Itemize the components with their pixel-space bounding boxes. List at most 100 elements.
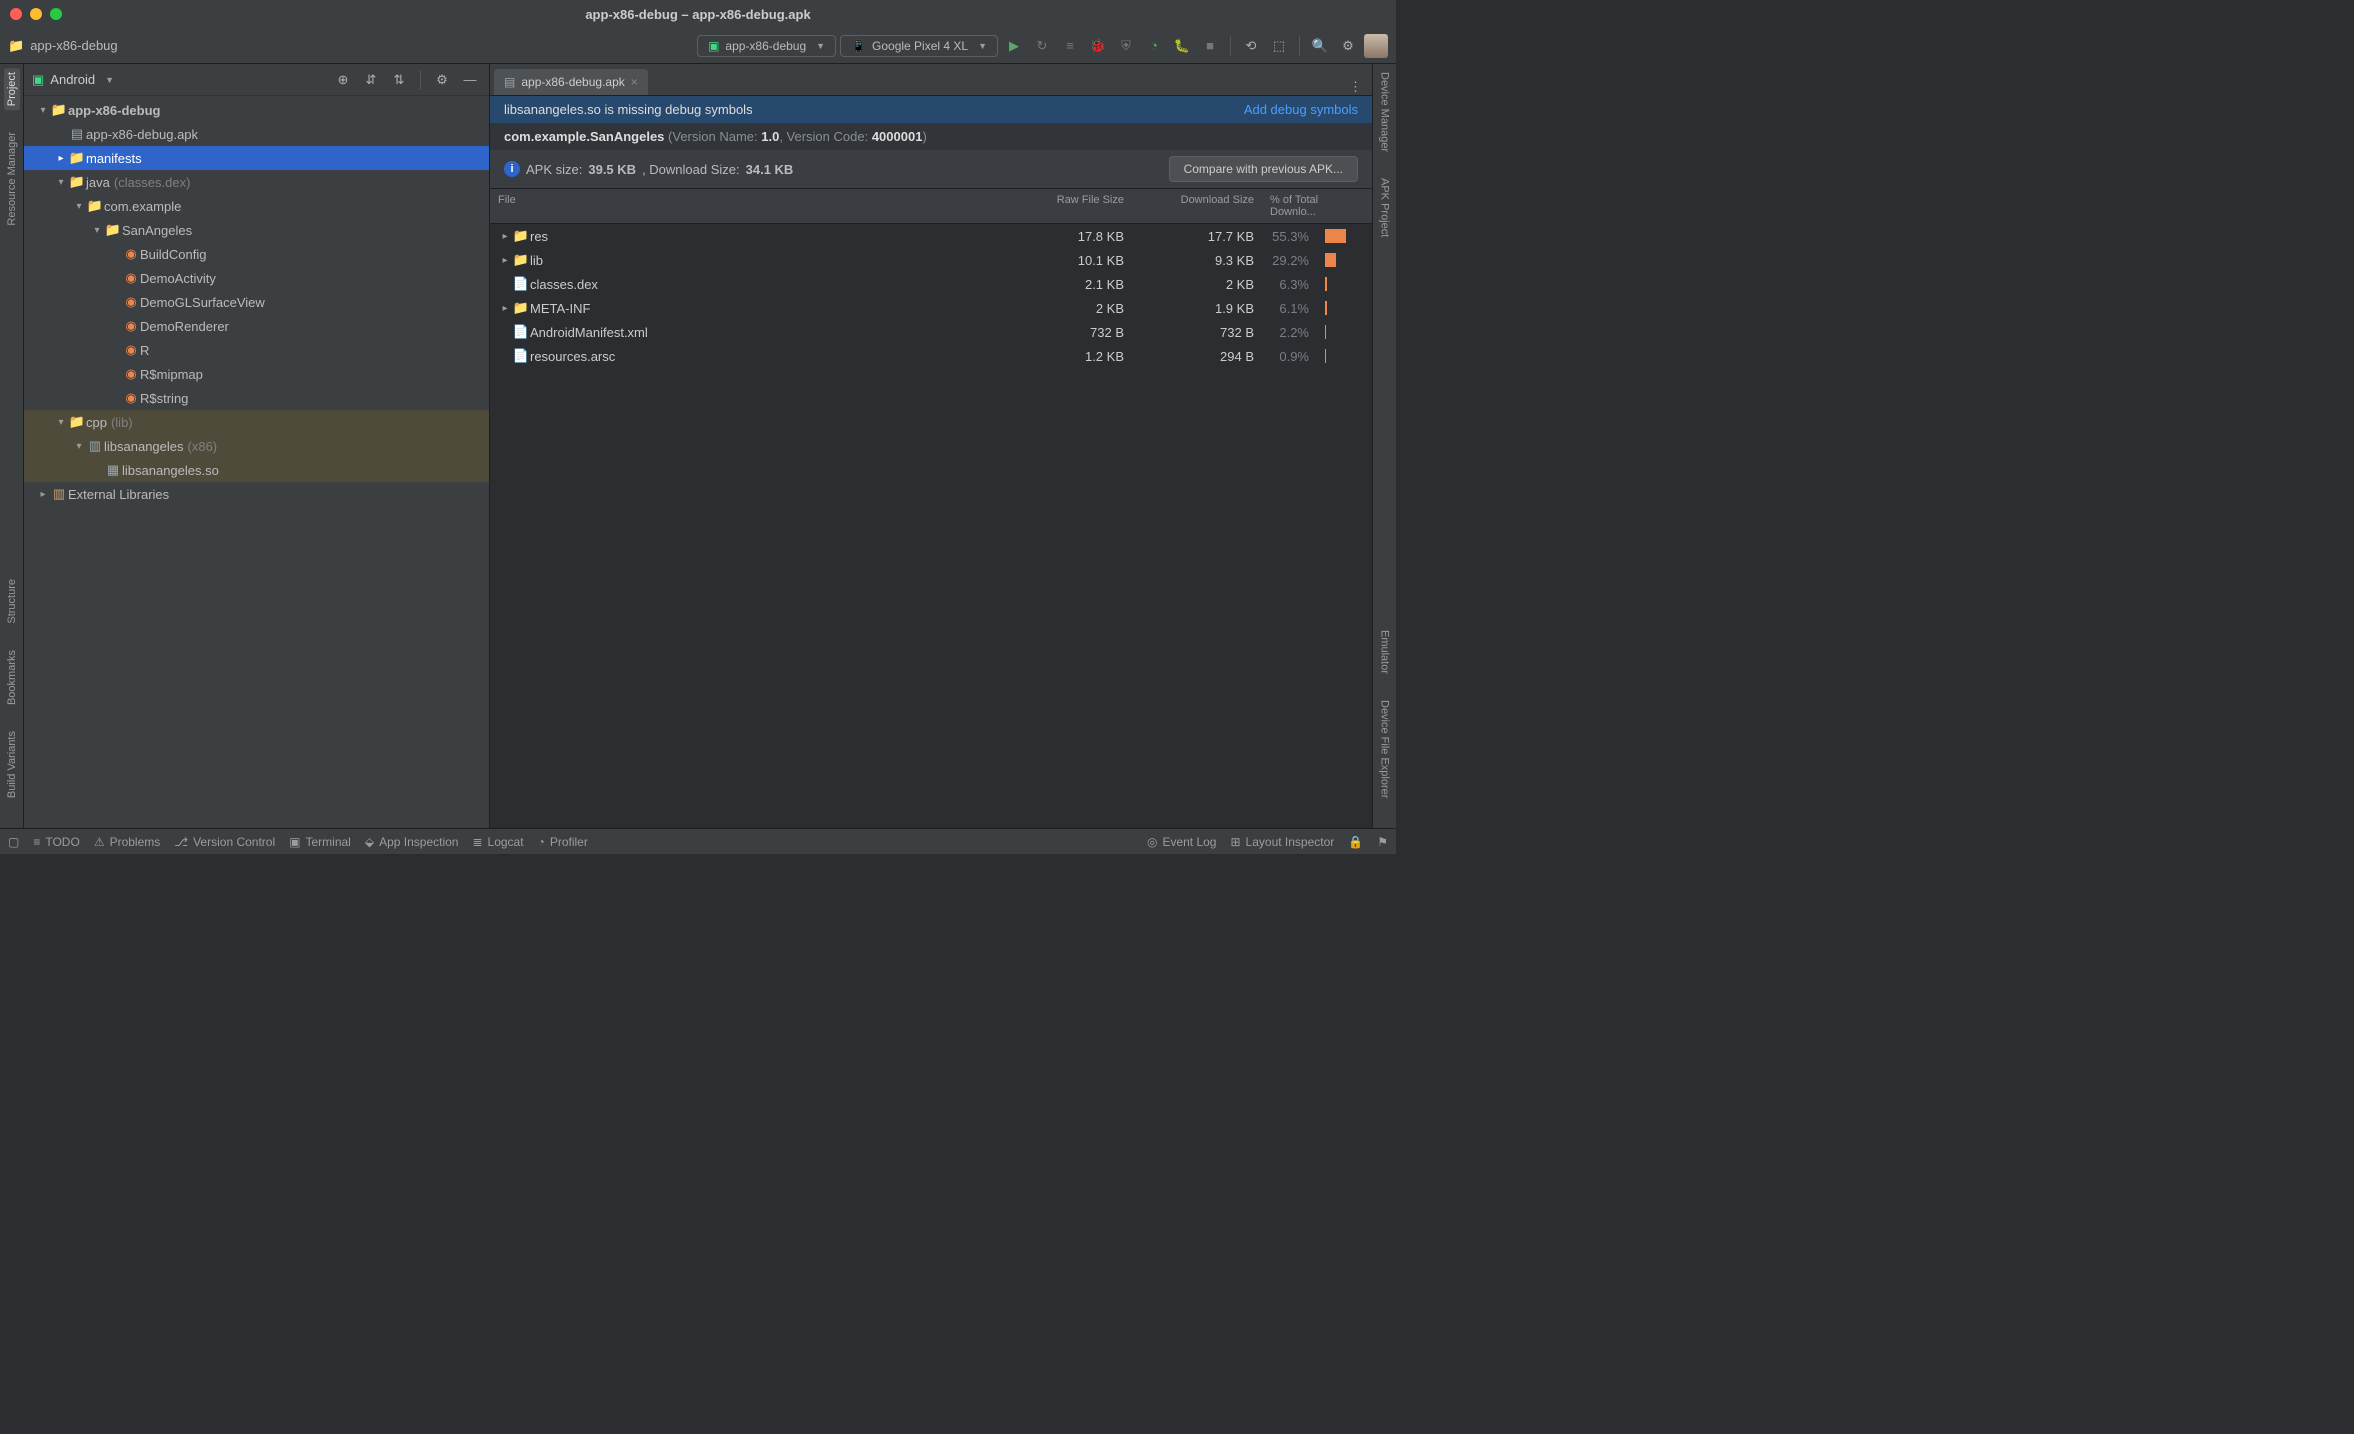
status-ide-error-icon[interactable]: ⚑ bbox=[1377, 835, 1388, 849]
editor-area: ▤ app-x86-debug.apk × ⋮ libsanangeles.so… bbox=[490, 64, 1372, 828]
tab-options-button[interactable]: ⋮ bbox=[1339, 79, 1372, 95]
row-name: res bbox=[530, 229, 548, 244]
apk-row[interactable]: 📄classes.dex2.1 KB2 KB6.3% bbox=[490, 272, 1372, 296]
tree-class[interactable]: ◉R$mipmap bbox=[24, 362, 489, 386]
select-opened-file-button[interactable]: ⊕ bbox=[332, 72, 354, 88]
col-raw-size[interactable]: Raw File Size bbox=[1002, 189, 1132, 223]
apply-code-button[interactable]: ≡ bbox=[1058, 34, 1082, 58]
apk-size: 39.5 KB bbox=[588, 162, 636, 177]
col-pct[interactable]: % of Total Downlo... bbox=[1262, 189, 1372, 223]
search-button[interactable]: 🔍 bbox=[1308, 34, 1332, 58]
folder-icon: 📁 bbox=[68, 414, 86, 430]
info-icon: i bbox=[504, 161, 520, 177]
tree-class[interactable]: ◉BuildConfig bbox=[24, 242, 489, 266]
col-file[interactable]: File bbox=[490, 189, 1002, 223]
panel-settings-button[interactable]: ⚙ bbox=[431, 72, 453, 88]
tool-emulator[interactable]: Emulator bbox=[1377, 626, 1393, 678]
tree-package-sub[interactable]: ▾📁SanAngeles bbox=[24, 218, 489, 242]
hide-panel-button[interactable]: — bbox=[459, 72, 481, 87]
collapse-all-button[interactable]: ⇅ bbox=[388, 72, 410, 88]
tree-manifests[interactable]: ▸📁manifests bbox=[24, 146, 489, 170]
tool-device-file-explorer[interactable]: Device File Explorer bbox=[1377, 696, 1393, 802]
tree-class[interactable]: ◉DemoActivity bbox=[24, 266, 489, 290]
status-vcs[interactable]: ⎇ Version Control bbox=[174, 835, 275, 849]
right-tool-gutter: Device Manager APK Project Emulator Devi… bbox=[1372, 64, 1396, 828]
node-label: com.example bbox=[104, 199, 181, 214]
status-logcat[interactable]: ≣ Logcat bbox=[472, 835, 523, 849]
stop-button[interactable]: ■ bbox=[1198, 34, 1222, 58]
node-label: manifests bbox=[86, 151, 142, 166]
add-debug-symbols-link[interactable]: Add debug symbols bbox=[1244, 102, 1358, 117]
tree-external-libs[interactable]: ▸▥External Libraries bbox=[24, 482, 489, 506]
java-icon: ◉ bbox=[122, 318, 140, 334]
size-mid: , Download Size: bbox=[642, 162, 740, 177]
apk-row[interactable]: ▸📁META-INF2 KB1.9 KB6.1% bbox=[490, 296, 1372, 320]
editor-tabs: ▤ app-x86-debug.apk × ⋮ bbox=[490, 64, 1372, 96]
tool-project[interactable]: Project bbox=[4, 68, 20, 110]
tool-bookmarks[interactable]: Bookmarks bbox=[4, 646, 20, 709]
apk-row[interactable]: ▸📁lib10.1 KB9.3 KB29.2% bbox=[490, 248, 1372, 272]
folder-icon: 📁 bbox=[8, 38, 24, 54]
apk-row[interactable]: ▸📁res17.8 KB17.7 KB55.3% bbox=[490, 224, 1372, 248]
node-label: libsanangeles.so bbox=[122, 463, 219, 478]
tree-root[interactable]: ▾📁app-x86-debug bbox=[24, 98, 489, 122]
expand-all-button[interactable]: ⇵ bbox=[360, 72, 382, 88]
tool-structure[interactable]: Structure bbox=[4, 575, 20, 628]
row-raw-size: 732 B bbox=[1002, 320, 1132, 345]
project-tree[interactable]: ▾📁app-x86-debug ▤app-x86-debug.apk ▸📁man… bbox=[24, 96, 489, 828]
status-event-log[interactable]: ◎ Event Log bbox=[1147, 835, 1217, 849]
sync-button[interactable]: ⟲ bbox=[1239, 34, 1263, 58]
attach-debugger-button[interactable]: 🐛 bbox=[1170, 34, 1194, 58]
project-view-selector[interactable]: ▣ Android ▼ bbox=[32, 72, 114, 88]
apk-table-body[interactable]: ▸📁res17.8 KB17.7 KB55.3%▸📁lib10.1 KB9.3 … bbox=[490, 224, 1372, 828]
tree-java[interactable]: ▾📁java(classes.dex) bbox=[24, 170, 489, 194]
coverage-button[interactable]: ⛨ bbox=[1114, 34, 1138, 58]
user-avatar[interactable] bbox=[1364, 34, 1388, 58]
apply-changes-button[interactable]: ↻ bbox=[1030, 34, 1054, 58]
status-app-inspection[interactable]: ⬙ App Inspection bbox=[365, 835, 459, 849]
compare-apk-button[interactable]: Compare with previous APK... bbox=[1169, 156, 1358, 182]
status-todo[interactable]: ≡ TODO bbox=[33, 835, 79, 849]
avd-button[interactable]: ⬚ bbox=[1267, 34, 1291, 58]
status-terminal[interactable]: ▣ Terminal bbox=[289, 835, 351, 849]
tree-class[interactable]: ◉R$string bbox=[24, 386, 489, 410]
android-icon: ▣ bbox=[708, 39, 719, 53]
tree-so-file[interactable]: ▦libsanangeles.so bbox=[24, 458, 489, 482]
nav-breadcrumb[interactable]: 📁 app-x86-debug bbox=[8, 38, 693, 54]
tool-apk-project[interactable]: APK Project bbox=[1377, 174, 1393, 241]
tree-class[interactable]: ◉DemoGLSurfaceView bbox=[24, 290, 489, 314]
tree-class[interactable]: ◉DemoRenderer bbox=[24, 314, 489, 338]
status-layout-inspector[interactable]: ⊞ Layout Inspector bbox=[1230, 835, 1334, 849]
settings-button[interactable]: ⚙ bbox=[1336, 34, 1360, 58]
profile-button[interactable]: ◔ bbox=[1142, 34, 1166, 58]
close-tab-button[interactable]: × bbox=[631, 75, 638, 89]
project-view-label: Android bbox=[50, 72, 95, 87]
size-prefix: APK size: bbox=[526, 162, 582, 177]
status-lock-icon[interactable]: 🔒 bbox=[1348, 835, 1363, 849]
node-label: app-x86-debug bbox=[68, 103, 160, 118]
row-dl-size: 732 B bbox=[1132, 320, 1262, 345]
java-icon: ◉ bbox=[122, 246, 140, 262]
run-button[interactable]: ▶ bbox=[1002, 34, 1026, 58]
col-download-size[interactable]: Download Size bbox=[1132, 189, 1262, 223]
tool-window-quick[interactable]: ▢ bbox=[8, 835, 19, 849]
tool-device-manager[interactable]: Device Manager bbox=[1377, 68, 1393, 156]
tool-build-variants[interactable]: Build Variants bbox=[4, 727, 20, 802]
apk-row[interactable]: 📄AndroidManifest.xml732 B732 B2.2% bbox=[490, 320, 1372, 344]
row-dl-size: 2 KB bbox=[1132, 272, 1262, 297]
tree-package[interactable]: ▾📁com.example bbox=[24, 194, 489, 218]
run-config-combo[interactable]: ▣ app-x86-debug ▼ bbox=[697, 35, 836, 57]
tree-class[interactable]: ◉R bbox=[24, 338, 489, 362]
status-problems[interactable]: ⚠ Problems bbox=[94, 835, 160, 849]
device-combo[interactable]: 📱 Google Pixel 4 XL ▼ bbox=[840, 35, 998, 57]
tool-resource-manager[interactable]: Resource Manager bbox=[4, 128, 20, 230]
editor-tab[interactable]: ▤ app-x86-debug.apk × bbox=[494, 69, 648, 95]
version-label-mid: , Version Code: bbox=[779, 129, 872, 144]
tree-cpp[interactable]: ▾📁cpp(lib) bbox=[24, 410, 489, 434]
status-bar: ▢ ≡ TODO ⚠ Problems ⎇ Version Control ▣ … bbox=[0, 828, 1396, 854]
apk-row[interactable]: 📄resources.arsc1.2 KB294 B0.9% bbox=[490, 344, 1372, 368]
tree-native-lib[interactable]: ▾▥libsanangeles(x86) bbox=[24, 434, 489, 458]
status-profiler[interactable]: ◔ Profiler bbox=[538, 835, 588, 849]
tree-apk[interactable]: ▤app-x86-debug.apk bbox=[24, 122, 489, 146]
debug-button[interactable]: 🐞 bbox=[1086, 34, 1110, 58]
